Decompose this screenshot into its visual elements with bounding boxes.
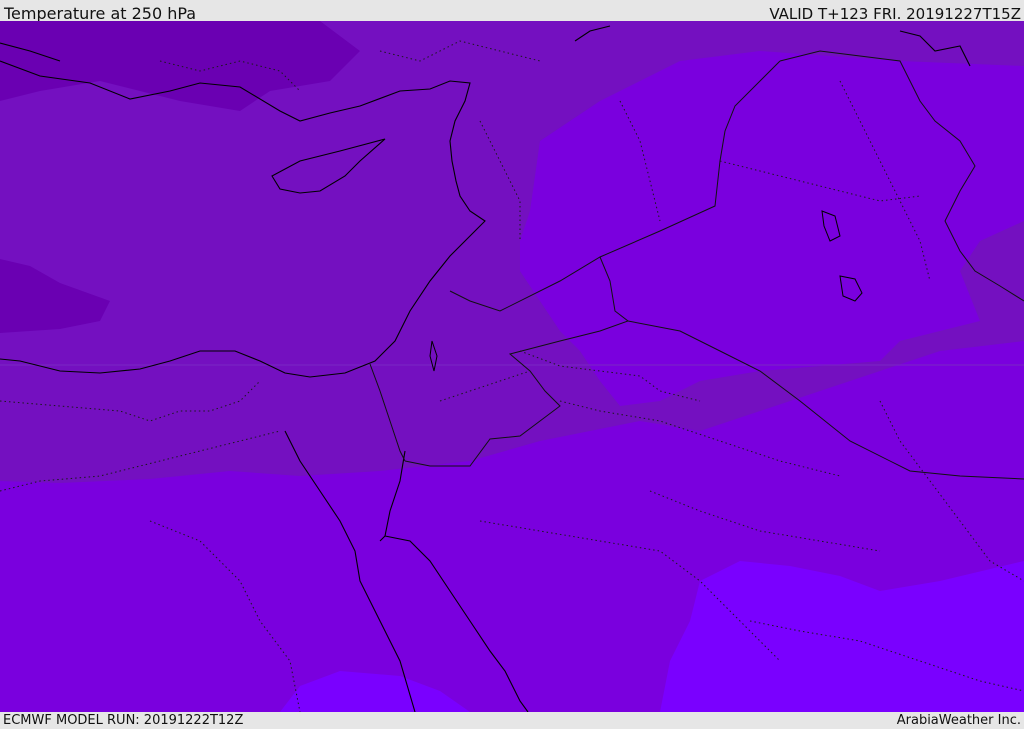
footer-bar: ECMWF MODEL RUN: 20191222T12Z ArabiaWeat… (0, 712, 1024, 729)
brand-label: ArabiaWeather Inc. (896, 713, 1021, 728)
model-run-label: ECMWF MODEL RUN: 20191222T12Z (3, 713, 244, 728)
temp-zone-hot-southeast (660, 561, 1024, 712)
map-area[interactable] (0, 21, 1024, 712)
header-bar: Temperature at 250 hPa VALID T+123 FRI. … (0, 0, 1024, 23)
temperature-map (0, 21, 1024, 712)
